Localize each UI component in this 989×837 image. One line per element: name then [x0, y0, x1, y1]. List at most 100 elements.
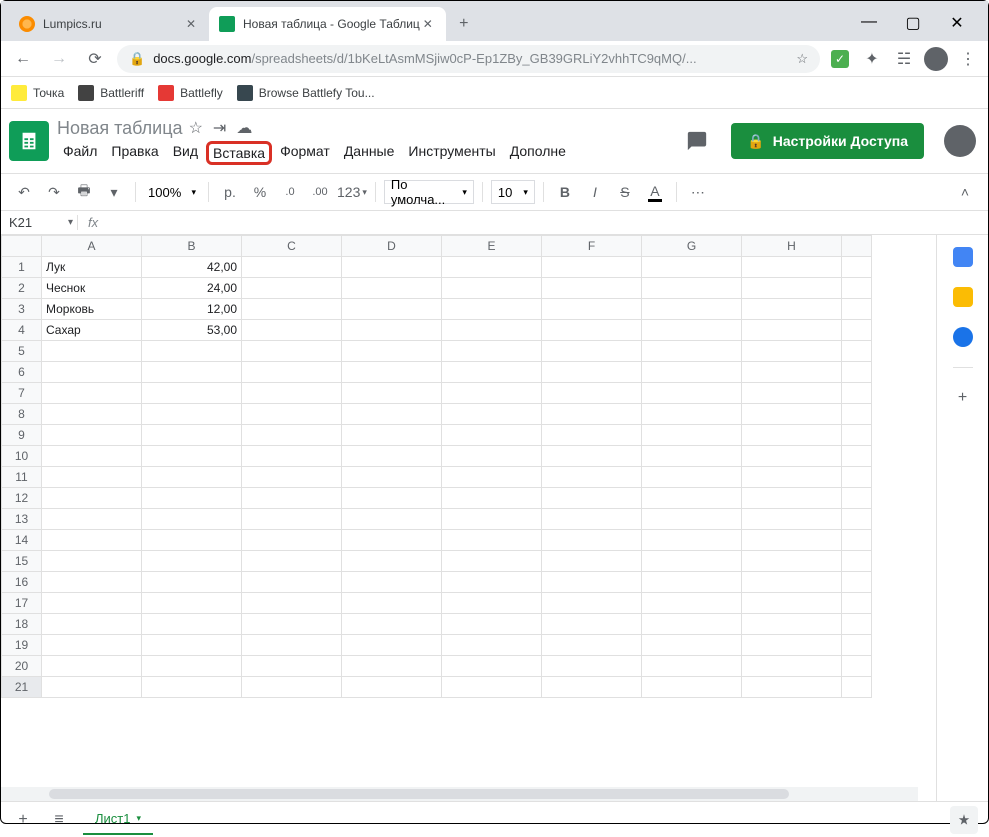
cell[interactable]	[742, 488, 842, 509]
cell[interactable]	[342, 551, 442, 572]
cell[interactable]	[242, 509, 342, 530]
col-header[interactable]: A	[42, 236, 142, 257]
menu-инструменты[interactable]: Инструменты	[402, 141, 501, 165]
cell[interactable]	[142, 341, 242, 362]
all-sheets-button[interactable]: ≡	[47, 808, 71, 832]
cell[interactable]	[442, 299, 542, 320]
cell[interactable]	[642, 488, 742, 509]
cell[interactable]	[42, 446, 142, 467]
cell[interactable]	[342, 593, 442, 614]
cell[interactable]	[242, 551, 342, 572]
row-header[interactable]: 2	[2, 278, 42, 299]
row-header[interactable]: 19	[2, 635, 42, 656]
col-header[interactable]: D	[342, 236, 442, 257]
cell[interactable]	[542, 509, 642, 530]
sheet-tab[interactable]: Лист1 ▾	[83, 805, 153, 835]
doc-title[interactable]: Новая таблица	[57, 118, 183, 139]
cell[interactable]	[42, 614, 142, 635]
add-panel-icon[interactable]: +	[953, 388, 973, 408]
font-select[interactable]: По умолча...▾	[384, 180, 474, 204]
cell[interactable]	[542, 341, 642, 362]
menu-вставка[interactable]: Вставка	[206, 141, 272, 165]
cell[interactable]	[342, 320, 442, 341]
cell[interactable]	[442, 677, 542, 698]
cell[interactable]	[342, 509, 442, 530]
cloud-status-icon[interactable]: ☁	[236, 118, 252, 138]
increase-decimal-button[interactable]: .00	[307, 179, 333, 205]
cell[interactable]	[642, 593, 742, 614]
row-header[interactable]: 8	[2, 404, 42, 425]
cell[interactable]	[442, 509, 542, 530]
cell[interactable]	[42, 593, 142, 614]
cell[interactable]	[642, 656, 742, 677]
cell[interactable]	[242, 341, 342, 362]
calendar-icon[interactable]	[953, 247, 973, 267]
undo-button[interactable]: ↶	[11, 179, 37, 205]
cell[interactable]	[42, 551, 142, 572]
maximize-icon[interactable]: ▢	[900, 13, 926, 33]
row-header[interactable]: 18	[2, 614, 42, 635]
cell[interactable]	[542, 488, 642, 509]
cell[interactable]	[542, 446, 642, 467]
forward-button[interactable]: →	[45, 45, 73, 73]
bookmark-item[interactable]: Точка	[11, 85, 64, 101]
cell[interactable]	[242, 572, 342, 593]
cell[interactable]	[642, 677, 742, 698]
cell[interactable]	[142, 677, 242, 698]
row-header[interactable]: 15	[2, 551, 42, 572]
cell[interactable]	[442, 383, 542, 404]
cell[interactable]	[442, 425, 542, 446]
cell[interactable]	[642, 404, 742, 425]
cell[interactable]	[142, 362, 242, 383]
cell[interactable]	[542, 404, 642, 425]
cell[interactable]	[742, 383, 842, 404]
cell[interactable]	[142, 593, 242, 614]
cell[interactable]	[542, 656, 642, 677]
cell[interactable]: 12,00	[142, 299, 242, 320]
cell[interactable]	[642, 635, 742, 656]
cell[interactable]	[442, 278, 542, 299]
cell[interactable]	[342, 656, 442, 677]
cell[interactable]	[542, 614, 642, 635]
cell[interactable]	[242, 530, 342, 551]
cell[interactable]: 24,00	[142, 278, 242, 299]
select-all-cell[interactable]	[2, 236, 42, 257]
cell[interactable]	[242, 257, 342, 278]
browser-tab[interactable]: Lumpics.ru ✕	[9, 7, 209, 41]
cell[interactable]	[342, 530, 442, 551]
percent-button[interactable]: %	[247, 179, 273, 205]
paint-format-button[interactable]: ▾	[101, 179, 127, 205]
cell[interactable]	[642, 383, 742, 404]
cell[interactable]	[342, 467, 442, 488]
keep-icon[interactable]	[953, 287, 973, 307]
cell[interactable]	[142, 530, 242, 551]
cell[interactable]	[42, 677, 142, 698]
menu-дополне[interactable]: Дополне	[504, 141, 572, 165]
cell[interactable]	[242, 320, 342, 341]
cell[interactable]	[42, 467, 142, 488]
cell[interactable]	[742, 467, 842, 488]
cell[interactable]	[242, 467, 342, 488]
chevron-down-icon[interactable]: ▾	[136, 813, 141, 824]
cell[interactable]	[542, 425, 642, 446]
cell[interactable]	[342, 614, 442, 635]
row-header[interactable]: 20	[2, 656, 42, 677]
cell[interactable]	[742, 551, 842, 572]
cell[interactable]	[542, 593, 642, 614]
cell[interactable]	[642, 425, 742, 446]
horizontal-scrollbar[interactable]	[1, 787, 918, 801]
cell[interactable]	[442, 446, 542, 467]
name-box[interactable]: K21▾	[1, 215, 77, 230]
number-format-select[interactable]: 123▾	[337, 179, 367, 205]
explore-button[interactable]	[950, 806, 978, 834]
cell[interactable]	[742, 446, 842, 467]
new-tab-button[interactable]: +	[450, 10, 478, 38]
cell[interactable]	[742, 656, 842, 677]
cell[interactable]	[242, 614, 342, 635]
row-header[interactable]: 11	[2, 467, 42, 488]
close-icon[interactable]: ✕	[420, 16, 436, 32]
cell[interactable]	[442, 488, 542, 509]
cell[interactable]	[742, 509, 842, 530]
cell[interactable]	[42, 488, 142, 509]
cell[interactable]	[42, 362, 142, 383]
